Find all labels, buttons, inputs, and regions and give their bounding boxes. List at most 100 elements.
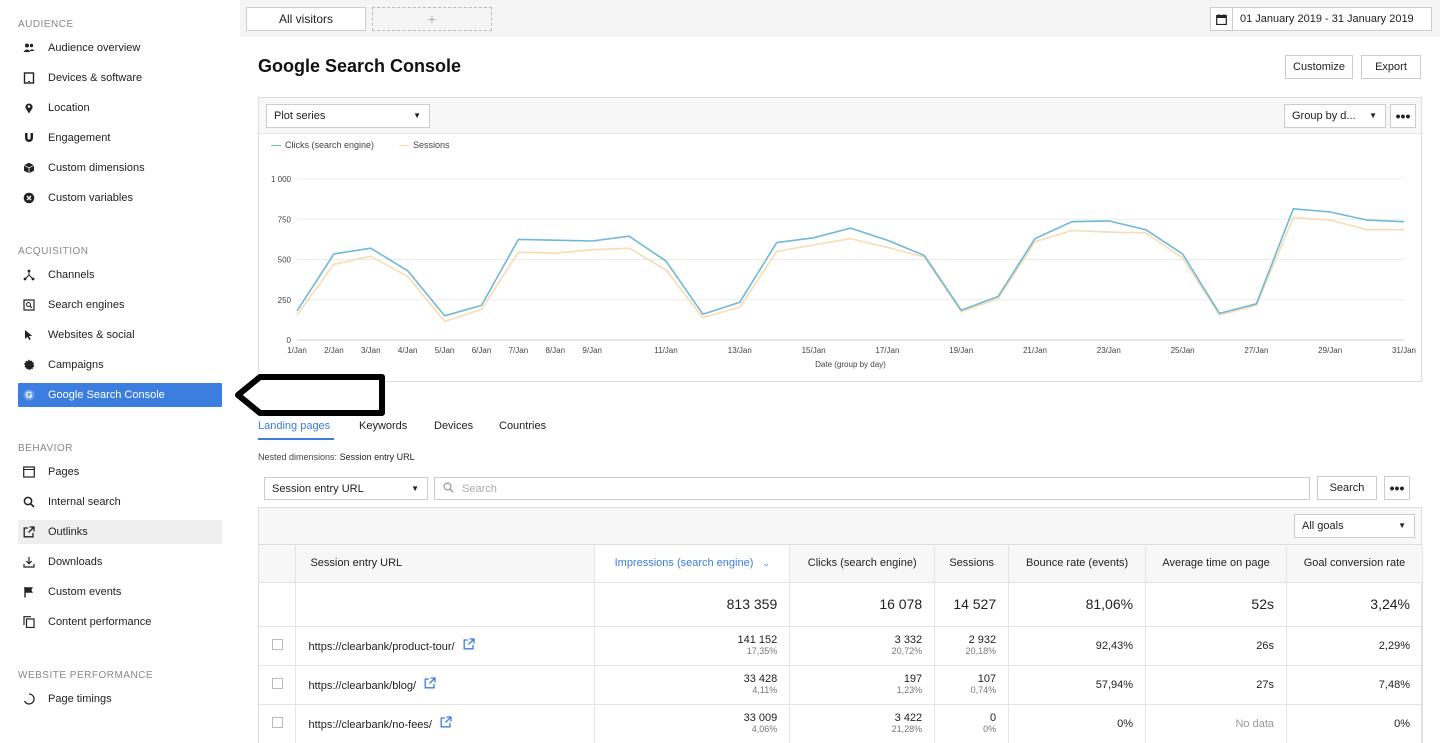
column-header-sessions[interactable]: Sessions (934, 545, 1010, 583)
sessions-cell: 107 0,74% (934, 665, 1010, 705)
impressions-value: 33 428 (743, 673, 778, 685)
search-icon (18, 496, 48, 508)
x-tick-label: 29/Jan (1318, 346, 1342, 355)
y-tick-label: 250 (278, 296, 292, 305)
sidebar-item-channels[interactable]: Channels (18, 263, 222, 287)
table-row[interactable]: https://clearbank/product-tour/ 141 152 1… (259, 626, 1423, 666)
sidebar-item-websites-social[interactable]: Websites & social (18, 323, 222, 347)
report-table: Session entry URL Impressions (search en… (259, 545, 1423, 743)
external-link-icon[interactable] (435, 716, 452, 731)
group-by-label: Group by d... (1292, 110, 1356, 122)
table-header-row: Session entry URL Impressions (search en… (259, 545, 1423, 583)
search-input[interactable]: Search (434, 477, 1310, 500)
tab-devices[interactable]: Devices (434, 420, 473, 432)
nested-dimensions: Nested dimensions: Session entry URL (258, 452, 415, 462)
sidebar-item-internal-search[interactable]: Internal search (18, 490, 222, 514)
sidebar-item-custom-events[interactable]: Custom events (18, 580, 222, 604)
sidebar-item-label: Devices & software (48, 72, 143, 84)
row-checkbox[interactable] (271, 716, 283, 728)
segment-selector[interactable]: All visitors (246, 7, 366, 31)
sidebar-item-location[interactable]: Location (18, 96, 222, 120)
tab-keywords[interactable]: Keywords (359, 420, 407, 432)
column-header-avg-time[interactable]: Average time on page (1145, 545, 1287, 583)
impressions-value: 33 009 (743, 712, 778, 724)
row-checkbox[interactable] (271, 638, 283, 650)
column-header-url[interactable]: Session entry URL (295, 545, 596, 583)
customize-button[interactable]: Customize (1285, 55, 1353, 79)
sidebar-item-audience-overview[interactable]: Audience overview (18, 36, 222, 60)
column-header-bounce-rate[interactable]: Bounce rate (events) (1008, 545, 1147, 583)
sessions-percent: 0% (983, 724, 997, 734)
table-row[interactable]: https://clearbank/no-fees/ 33 009 4,06% 3… (259, 704, 1423, 743)
x-tick-label: 9/Jan (582, 346, 602, 355)
export-button[interactable]: Export (1361, 55, 1421, 79)
row-checkbox[interactable] (271, 677, 283, 689)
external-link-icon[interactable] (458, 638, 475, 653)
avg-time-cell: 26s (1145, 626, 1287, 666)
browser-icon (18, 466, 48, 478)
x-axis-title: Date (group by day) (815, 360, 886, 369)
column-header-impressions[interactable]: Impressions (search engine) ⌄ (594, 545, 791, 583)
sidebar-item-label: Channels (48, 269, 95, 281)
total-clicks: 16 078 (789, 582, 936, 627)
clicks-percent: 1,23% (896, 685, 923, 695)
search-placeholder: Search (462, 482, 497, 495)
sidebar-item-page-timings[interactable]: Page timings (18, 687, 222, 711)
row-checkbox-cell (259, 665, 297, 705)
sidebar-item-custom-variables[interactable]: Custom variables (18, 186, 222, 210)
x-tick-label: 17/Jan (875, 346, 899, 355)
sidebar-item-search-engines[interactable]: Search engines (18, 293, 222, 317)
table-row[interactable]: https://clearbank/blog/ 33 428 4,11% 197 1… (259, 665, 1423, 705)
tab-countries[interactable]: Countries (499, 420, 546, 432)
external-link-icon[interactable] (419, 677, 436, 692)
sidebar-item-engagement[interactable]: Engagement (18, 126, 222, 150)
totals-cell-empty (259, 582, 297, 627)
sidebar: AUDIENCE Audience overview Devices & sof… (0, 0, 240, 743)
sidebar-item-content-performance[interactable]: Content performance (18, 610, 222, 634)
sidebar-item-campaigns[interactable]: Campaigns (18, 353, 222, 377)
tab-landing-pages[interactable]: Landing pages (258, 420, 330, 432)
totals-row: 813 359 16 078 14 527 81,06% 52s 3,24% (259, 582, 1423, 627)
clicks-cell: 3 332 20,72% (789, 626, 936, 666)
column-header-clicks[interactable]: Clicks (search engine) (789, 545, 936, 583)
legend-item-sessions[interactable]: Sessions (399, 140, 450, 150)
column-header-goal-conversion[interactable]: Goal conversion rate (1286, 545, 1423, 583)
total-goal-conversion: 3,24% (1286, 582, 1423, 627)
url-link[interactable]: https://clearbank/blog/ (308, 680, 416, 692)
nested-dimensions-value: Session entry URL (339, 452, 415, 462)
url-link[interactable]: https://clearbank/product-tour/ (308, 641, 454, 653)
x-tick-label: 13/Jan (728, 346, 752, 355)
goals-dropdown[interactable]: All goals ▼ (1294, 514, 1415, 538)
sidebar-item-pages[interactable]: Pages (18, 460, 222, 484)
sidebar-item-devices-software[interactable]: Devices & software (18, 66, 222, 90)
search-icon (443, 481, 454, 496)
page-title: Google Search Console (258, 56, 462, 76)
chart-more-button[interactable]: ••• (1390, 104, 1416, 128)
sidebar-item-google-search-console[interactable]: G Google Search Console (18, 383, 222, 407)
chart-panel: Plot series ▼ Group by d... ▼ ••• Clicks… (258, 97, 1422, 382)
series-line-sessions (296, 216, 1404, 323)
goal-conversion-cell: 0% (1286, 704, 1423, 743)
url-link[interactable]: https://clearbank/no-fees/ (308, 719, 432, 731)
chevron-down-icon: ▼ (1398, 521, 1406, 530)
sidebar-item-downloads[interactable]: Downloads (18, 550, 222, 574)
group-by-dropdown[interactable]: Group by d... ▼ (1284, 104, 1386, 128)
plot-series-label: Plot series (274, 110, 326, 122)
sidebar-item-label: Custom events (48, 586, 122, 598)
cursor-icon (18, 329, 48, 341)
sidebar-item-label: Custom dimensions (48, 162, 145, 174)
search-button[interactable]: Search (1317, 476, 1377, 500)
sidebar-item-custom-dimensions[interactable]: Custom dimensions (18, 156, 222, 180)
x-tick-label: 21/Jan (1023, 346, 1047, 355)
sidebar-item-outlinks[interactable]: Outlinks (18, 520, 222, 544)
plot-series-dropdown[interactable]: Plot series ▼ (266, 104, 430, 128)
impressions-cell: 33 009 4,06% (594, 704, 791, 743)
dimension-dropdown[interactable]: Session entry URL ▼ (264, 477, 428, 500)
add-segment-button[interactable]: + (372, 7, 492, 31)
date-range-picker[interactable]: 01 January 2019 - 31 January 2019 (1210, 7, 1432, 31)
table-more-button[interactable]: ••• (1384, 476, 1410, 500)
legend-item-clicks[interactable]: Clicks (search engine) (271, 140, 374, 150)
download-icon (18, 556, 48, 568)
y-tick-label: 750 (278, 215, 292, 224)
sort-descending-icon: ⌄ (762, 558, 770, 569)
